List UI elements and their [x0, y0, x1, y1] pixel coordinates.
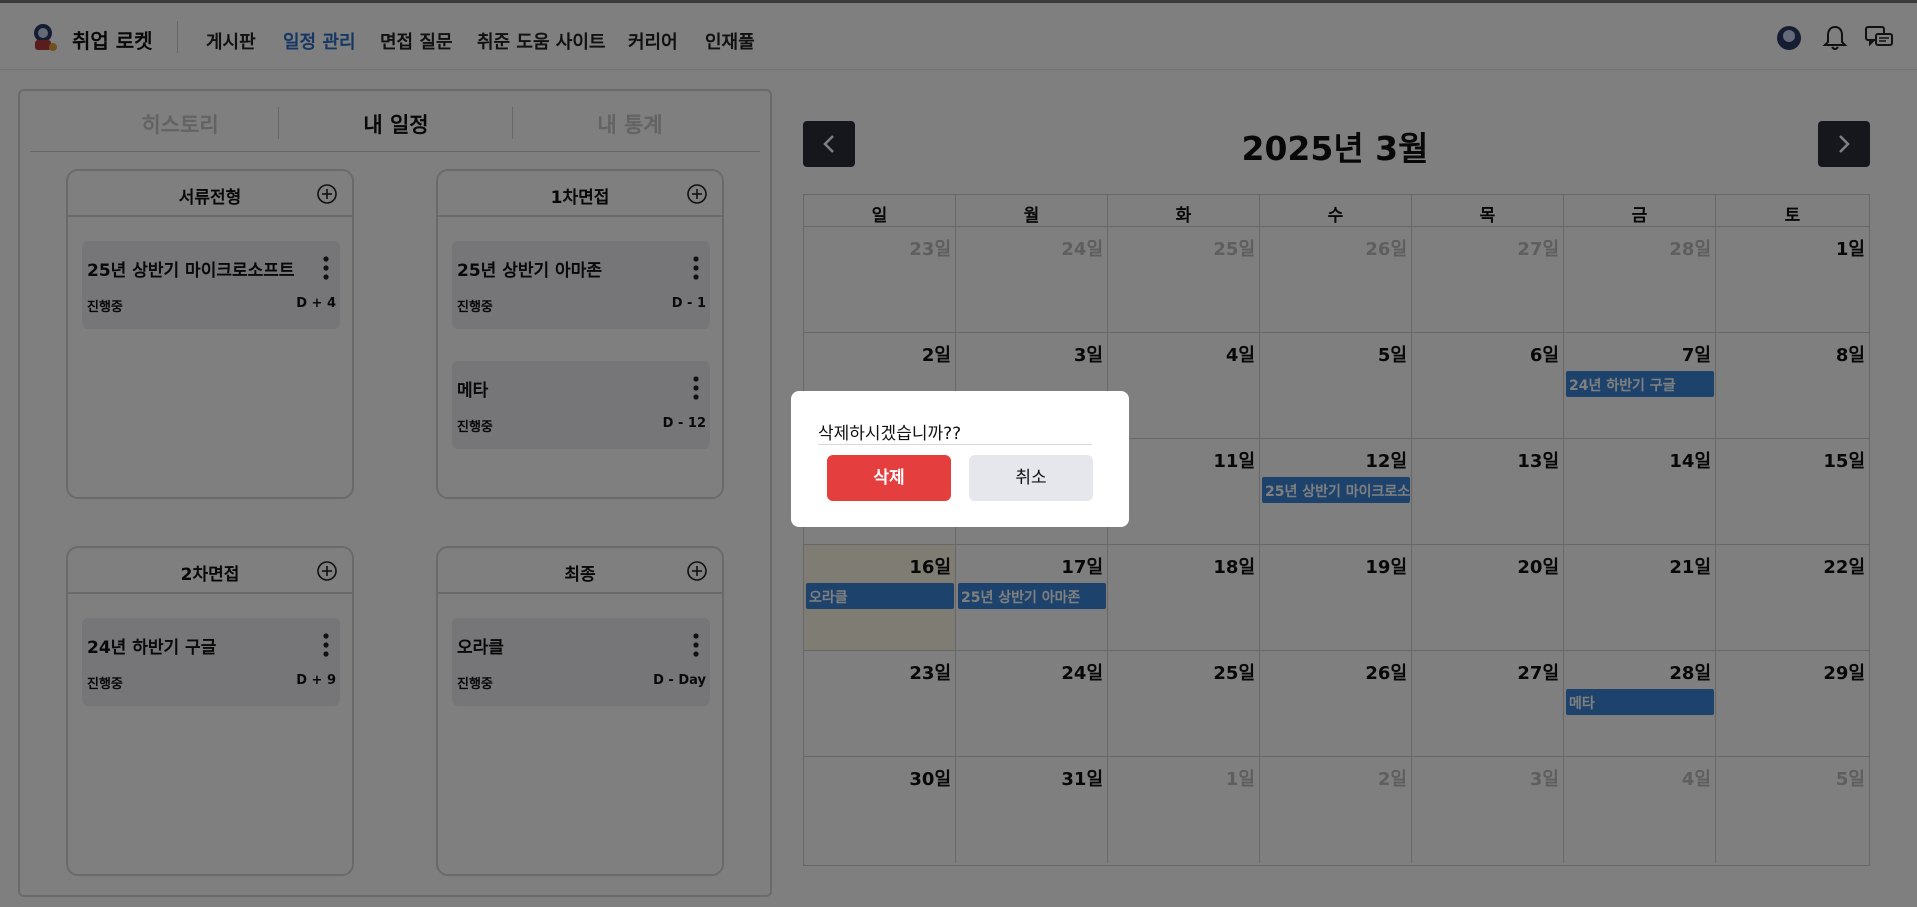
dialog-message: 삭제하시겠습니까?? — [818, 424, 962, 444]
dialog-divider — [818, 444, 1092, 445]
delete-confirm-dialog: 삭제하시겠습니까?? 삭제 취소 — [791, 391, 1129, 527]
delete-button[interactable]: 삭제 — [827, 455, 951, 501]
cancel-button[interactable]: 취소 — [969, 455, 1093, 501]
